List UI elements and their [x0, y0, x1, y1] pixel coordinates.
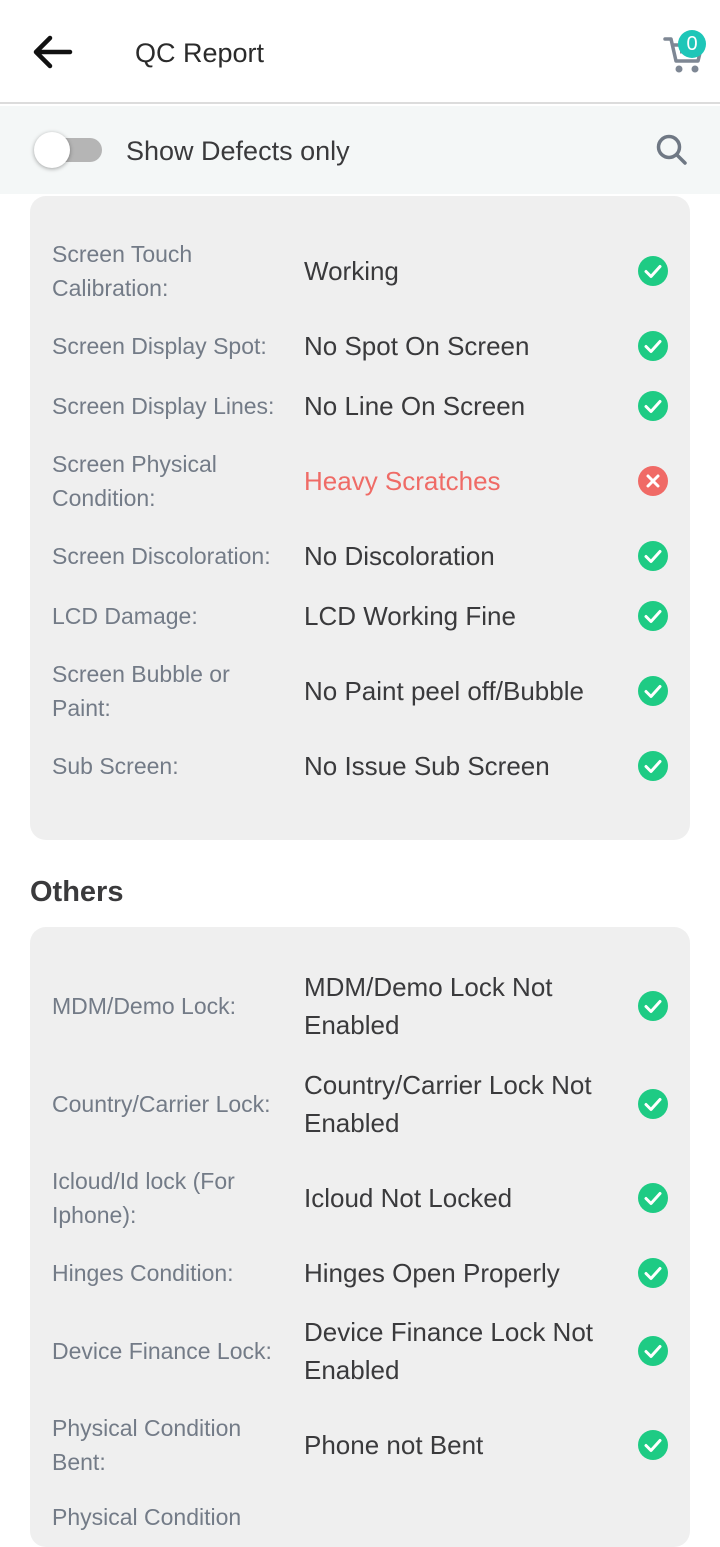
show-defects-toggle[interactable]: [34, 130, 104, 170]
check-circle-icon: [637, 990, 669, 1022]
filter-bar: [0, 106, 720, 194]
row-label: Physical Condition: [52, 1504, 242, 1530]
list-item: Device Finance Lock: Device Finance Lock…: [30, 1312, 690, 1390]
x-circle-icon: [637, 465, 669, 497]
app-bar: [0, 0, 720, 104]
list-item: Screen Display Spot: No Spot On Screen: [30, 323, 690, 369]
row-value-defect: Heavy Scratches: [304, 466, 501, 496]
row-value: No Issue Sub Screen: [304, 751, 550, 781]
check-circle-icon: [637, 675, 669, 707]
list-item: Hinges Condition: Hinges Open Properly: [30, 1250, 690, 1296]
row-label: Device Finance Lock:: [52, 1338, 272, 1364]
row-value: No Paint peel off/Bubble: [304, 676, 584, 706]
list-item: Screen Physical Condition: Heavy Scratch…: [30, 443, 690, 519]
row-label: MDM/Demo Lock:: [52, 993, 237, 1019]
check-circle-icon: [637, 330, 669, 362]
row-value: No Line On Screen: [304, 391, 526, 421]
list-item: MDM/Demo Lock: MDM/Demo Lock Not Enabled: [30, 967, 690, 1045]
list-item: Screen Bubble or Paint: No Paint peel of…: [30, 653, 690, 729]
list-item: LCD Damage: LCD Working Fine: [30, 593, 690, 639]
row-label: Screen Display Spot:: [52, 333, 267, 359]
row-label: Sub Screen:: [52, 753, 179, 779]
check-circle-icon: [637, 1088, 669, 1120]
row-value: No Spot On Screen: [304, 331, 530, 361]
list-item: Screen Touch Calibration: Working: [30, 233, 690, 309]
list-item: Icloud/Id lock (For Iphone): Icloud Not …: [30, 1160, 690, 1236]
search-icon[interactable]: [652, 130, 692, 170]
check-circle-icon: [637, 1182, 669, 1214]
toggle-knob: [34, 132, 70, 168]
check-circle-icon: [637, 1257, 669, 1289]
row-value: LCD Working Fine: [304, 601, 516, 631]
row-label: Screen Display Lines:: [52, 393, 275, 419]
row-value: Country/Carrier Lock Not Enabled: [304, 1070, 592, 1138]
row-label: Screen Physical Condition:: [52, 451, 217, 511]
section-title-others: Others: [30, 876, 124, 908]
row-value: Icloud Not Locked: [304, 1183, 513, 1213]
list-item: Country/Carrier Lock: Country/Carrier Lo…: [30, 1065, 690, 1143]
row-label: Hinges Condition:: [52, 1260, 234, 1286]
row-value: MDM/Demo Lock Not Enabled: [304, 972, 553, 1040]
back-arrow-icon[interactable]: [28, 30, 76, 74]
list-item: Physical Condition Bent: Phone not Bent: [30, 1407, 690, 1483]
row-label: LCD Damage:: [52, 603, 198, 629]
row-value: Hinges Open Properly: [304, 1258, 560, 1288]
check-circle-icon: [637, 1335, 669, 1367]
list-item: Physical Condition: [30, 1500, 690, 1534]
check-circle-icon: [637, 750, 669, 782]
cart-count-badge: 0: [678, 30, 706, 58]
check-circle-icon: [637, 390, 669, 422]
row-label: Screen Bubble or Paint:: [52, 661, 230, 721]
row-label: Country/Carrier Lock:: [52, 1091, 271, 1117]
row-label: Screen Touch Calibration:: [52, 241, 193, 301]
check-circle-icon: [637, 540, 669, 572]
row-value: Phone not Bent: [304, 1430, 484, 1460]
row-label: Screen Discoloration:: [52, 543, 271, 569]
check-circle-icon: [637, 1429, 669, 1461]
row-value: Device Finance Lock Not Enabled: [304, 1317, 594, 1385]
row-label: Icloud/Id lock (For Iphone):: [52, 1168, 235, 1228]
check-circle-icon: [637, 255, 669, 287]
row-value: No Discoloration: [304, 541, 495, 571]
page-title: QC Report: [135, 38, 265, 68]
list-item: Screen Discoloration: No Discoloration: [30, 533, 690, 579]
row-label: Physical Condition Bent:: [52, 1415, 242, 1475]
list-item: Screen Display Lines: No Line On Screen: [30, 383, 690, 429]
row-value: Working: [304, 256, 399, 286]
show-defects-label: Show Defects only: [126, 136, 350, 166]
list-item: Sub Screen: No Issue Sub Screen: [30, 743, 690, 789]
check-circle-icon: [637, 600, 669, 632]
